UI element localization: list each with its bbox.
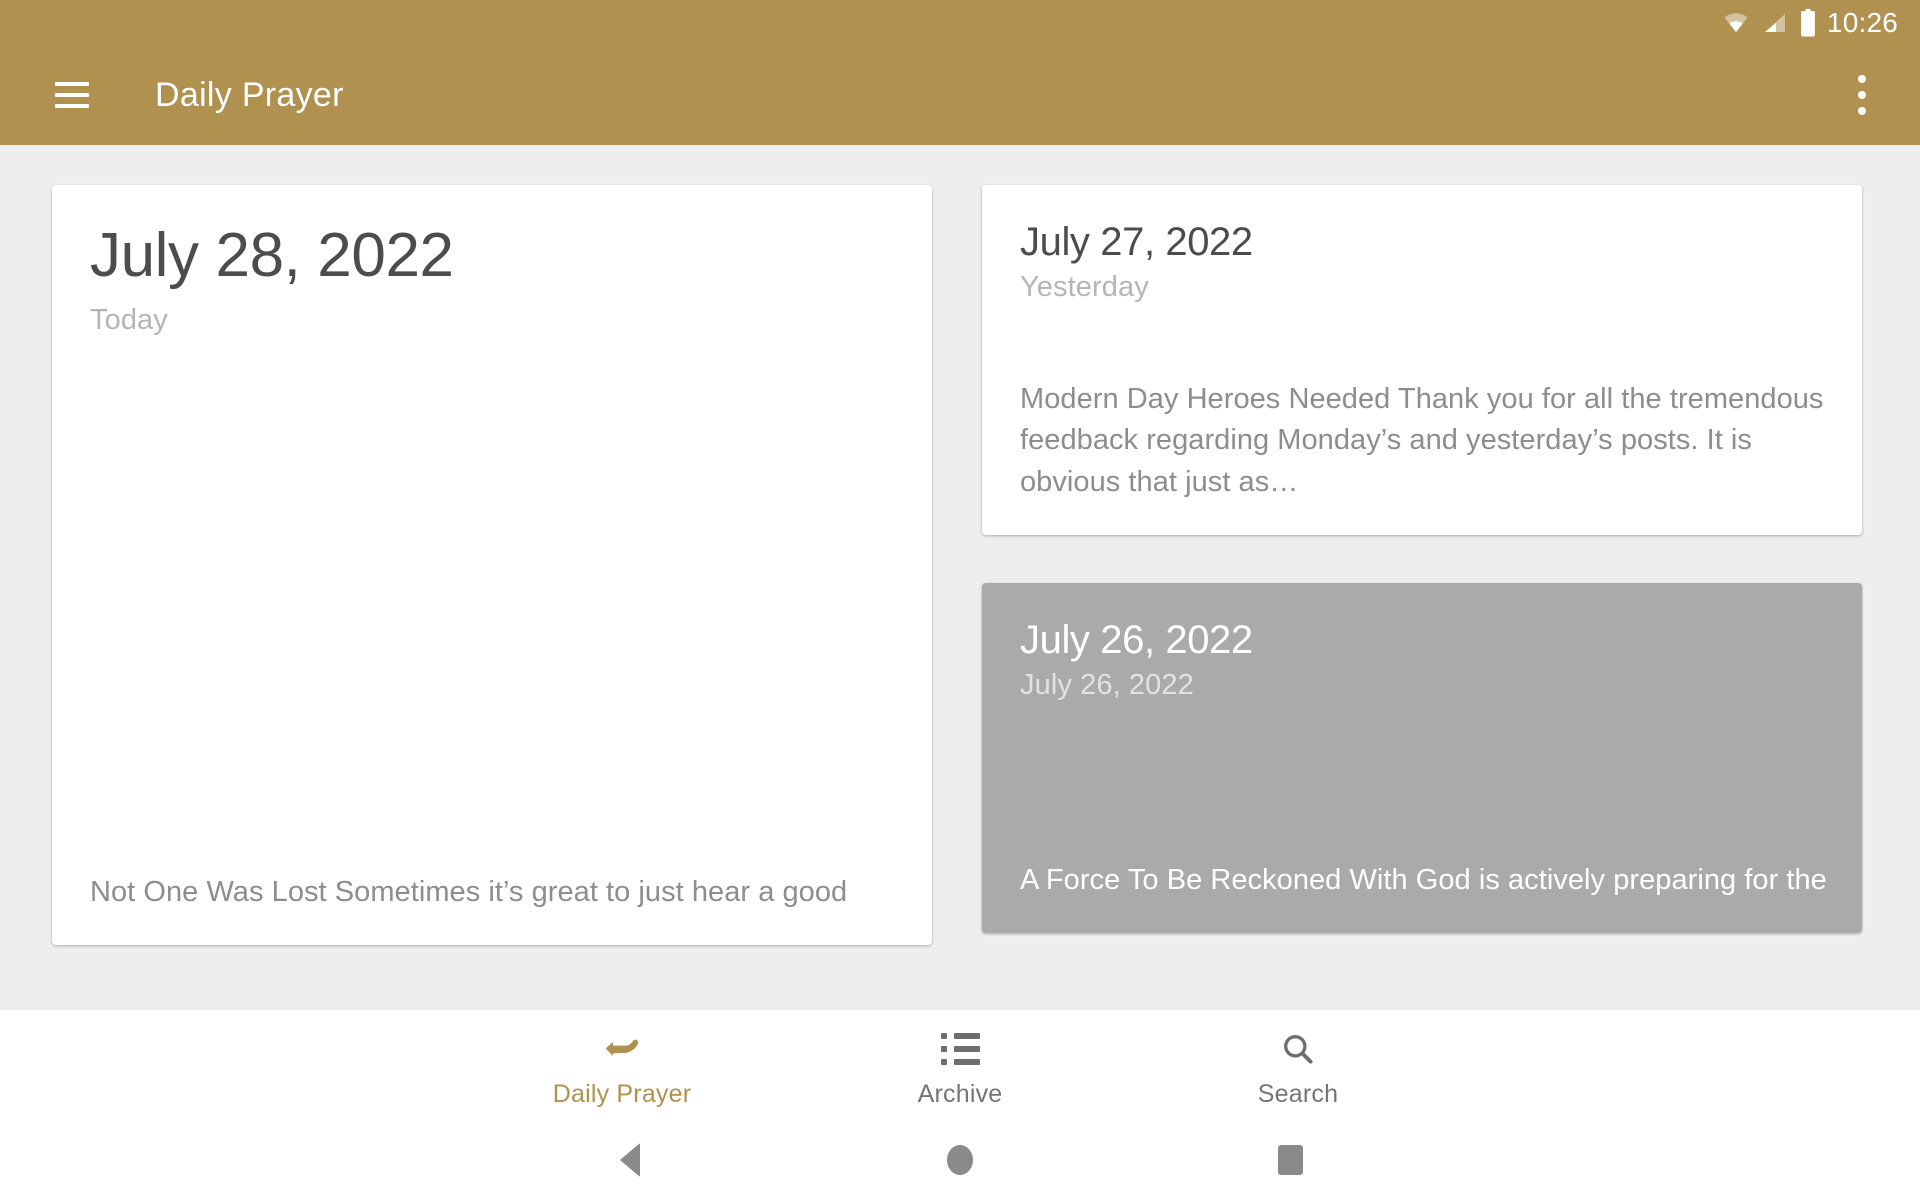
list-icon bbox=[940, 1028, 980, 1070]
status-time: 10:26 bbox=[1826, 6, 1898, 38]
back-button[interactable] bbox=[465, 1143, 795, 1177]
today-column: July 28, 2022 Today Not One Was Lost Som… bbox=[52, 185, 932, 945]
tab-search[interactable]: Search bbox=[1129, 1010, 1467, 1109]
cellular-signal-icon bbox=[1761, 11, 1789, 35]
card-body: Not One Was Lost Sometimes it’s great to… bbox=[90, 875, 848, 908]
search-icon bbox=[1280, 1028, 1316, 1070]
tab-label: Archive bbox=[917, 1080, 1003, 1108]
app-bar: Daily Prayer bbox=[0, 45, 1920, 145]
archive-column: July 27, 2022 Yesterday Modern Day Heroe… bbox=[982, 185, 1862, 933]
tab-label: Search bbox=[1257, 1080, 1339, 1108]
battery-icon bbox=[1799, 8, 1817, 37]
main-content: July 28, 2022 Today Not One Was Lost Som… bbox=[0, 145, 1920, 1010]
recents-square-icon bbox=[1277, 1145, 1303, 1175]
prayer-card-yesterday[interactable]: July 27, 2022 Yesterday Modern Day Heroe… bbox=[982, 185, 1862, 535]
card-subtitle: July 26, 2022 bbox=[1020, 669, 1194, 701]
card-body: A Force To Be Reckoned With God is activ… bbox=[1020, 863, 1827, 896]
wifi-icon bbox=[1721, 11, 1751, 35]
tab-archive[interactable]: Archive bbox=[791, 1010, 1129, 1109]
recents-button[interactable] bbox=[1125, 1145, 1455, 1175]
back-triangle-icon bbox=[620, 1143, 640, 1177]
tab-label: Daily Prayer bbox=[552, 1080, 692, 1108]
bottom-navigation: Daily Prayer Archive Search bbox=[0, 1010, 1920, 1120]
praying-hands-icon bbox=[602, 1028, 642, 1070]
prayer-card-july-26[interactable]: July 26, 2022 July 26, 2022 A Force To B… bbox=[982, 583, 1862, 933]
prayer-card-today[interactable]: July 28, 2022 Today Not One Was Lost Som… bbox=[52, 185, 932, 945]
system-navigation-bar bbox=[0, 1120, 1920, 1200]
overflow-menu-icon[interactable] bbox=[1858, 75, 1866, 115]
hamburger-menu-icon[interactable] bbox=[55, 82, 89, 108]
tab-daily-prayer[interactable]: Daily Prayer bbox=[453, 1010, 791, 1109]
home-circle-icon bbox=[947, 1145, 973, 1175]
card-subtitle: Yesterday bbox=[1020, 271, 1149, 303]
status-bar: 10:26 bbox=[0, 0, 1920, 45]
app-screen: 10:26 Daily Prayer July 28, 2022 Today N… bbox=[0, 0, 1920, 1200]
card-title: July 27, 2022 bbox=[1020, 220, 1253, 264]
card-title: July 26, 2022 bbox=[1020, 618, 1253, 662]
page-title: Daily Prayer bbox=[155, 75, 344, 114]
card-body: Modern Day Heroes Needed Thank you for a… bbox=[1020, 382, 1824, 498]
card-subtitle: Today bbox=[90, 304, 168, 337]
home-button[interactable] bbox=[795, 1145, 1125, 1175]
card-title: July 28, 2022 bbox=[90, 221, 454, 290]
